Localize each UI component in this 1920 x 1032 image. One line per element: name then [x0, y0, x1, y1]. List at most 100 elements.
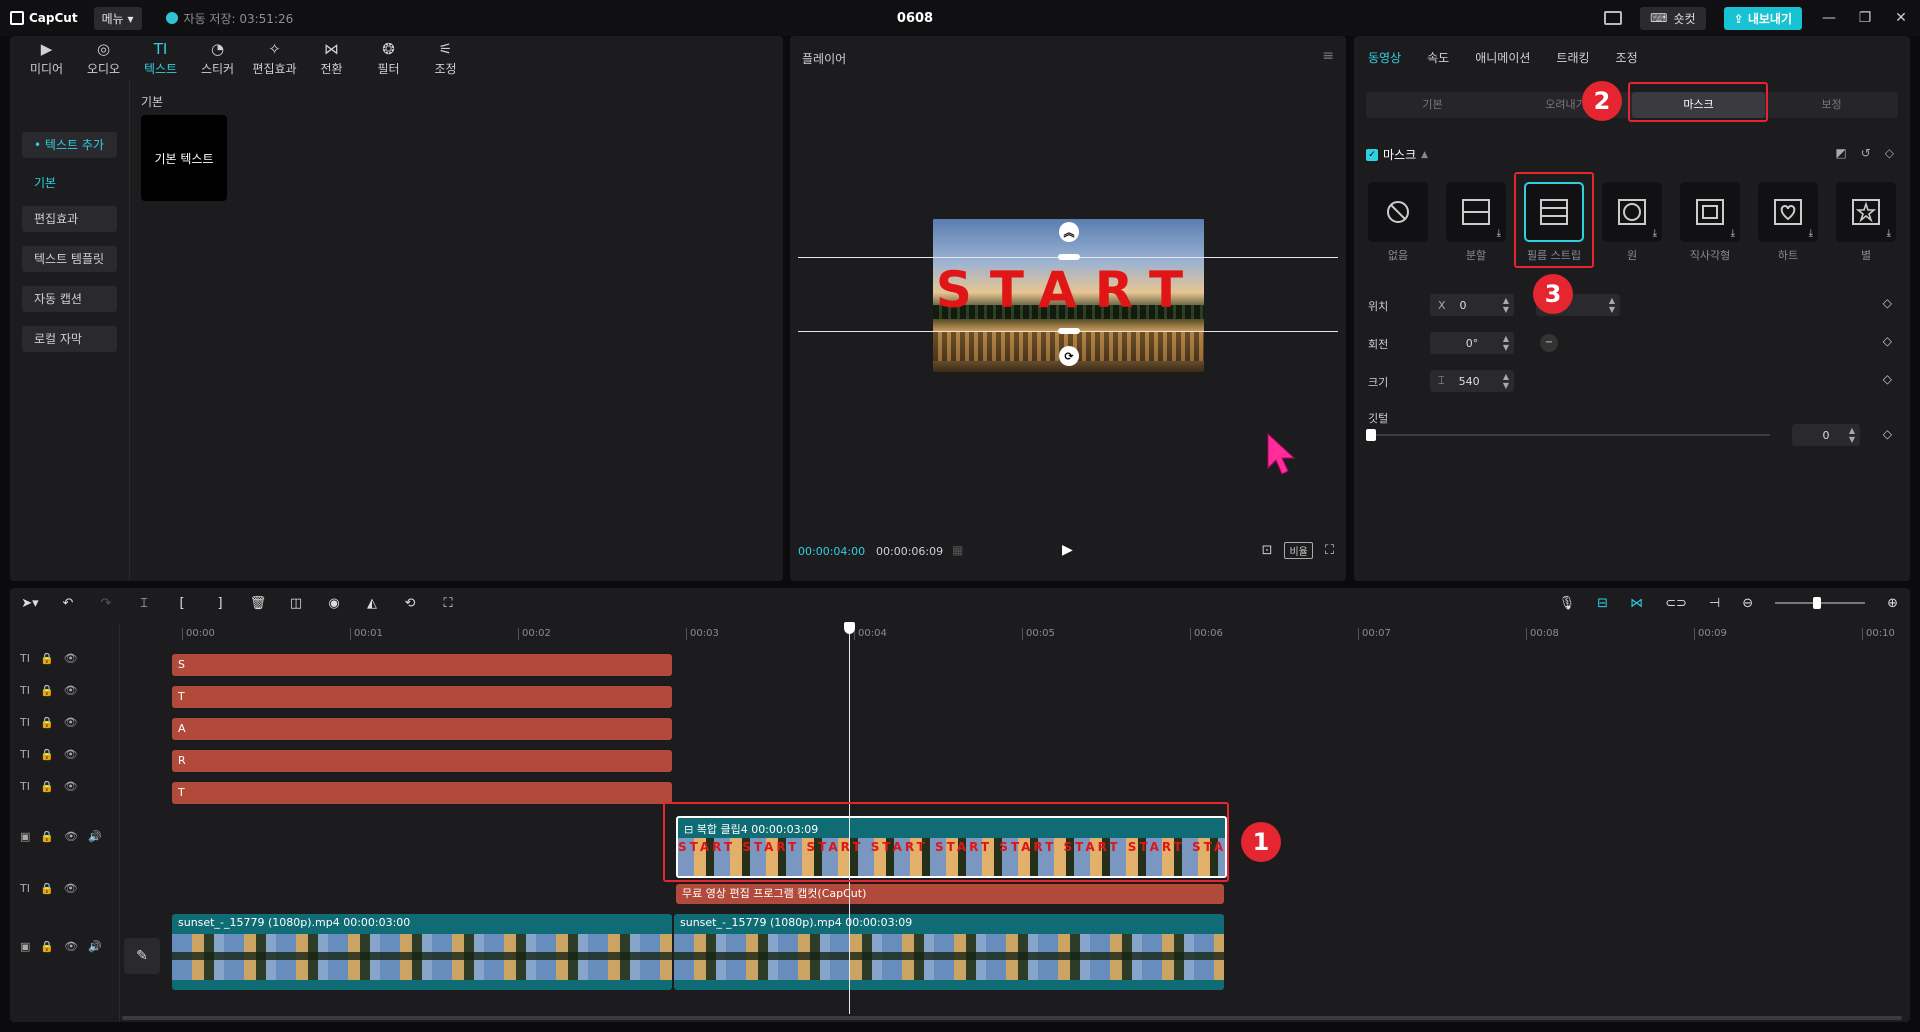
split-tool-icon[interactable]: ⌶ — [134, 596, 154, 611]
feather-field[interactable]: 0 ▲ ▼ — [1792, 424, 1860, 446]
tab-text[interactable]: TI 텍스트 — [132, 36, 189, 80]
edit-cover-icon[interactable]: ✎ — [124, 938, 160, 974]
preview-axis-icon[interactable]: ⊣ — [1709, 596, 1720, 611]
reverse-icon[interactable]: ◉ — [324, 596, 344, 611]
fullscreen-icon[interactable]: ⛶ — [1325, 543, 1334, 558]
rotation-dial-icon[interactable]: − — [1540, 334, 1558, 352]
stepper-icon[interactable]: ▲ ▼ — [1846, 426, 1858, 444]
timeline-ruler[interactable]: 00:00 00:01 00:02 00:03 00:04 00:05 00:0… — [170, 624, 1910, 644]
split-right-icon[interactable]: ] — [210, 596, 230, 611]
delete-icon[interactable]: 🗑 — [248, 596, 268, 611]
redo-icon[interactable]: ↷ — [96, 596, 116, 611]
close-icon[interactable]: ✕ — [1892, 10, 1910, 26]
tab-filter[interactable]: ❂ 필터 — [360, 36, 417, 80]
stepper-icon[interactable]: ▲ ▼ — [1500, 334, 1512, 352]
lock-icon[interactable]: 🔒 — [40, 940, 54, 953]
keyframe-icon[interactable]: ◇ — [1885, 146, 1894, 160]
tab-audio[interactable]: ◎ 오디오 — [75, 36, 132, 80]
tab-sticker[interactable]: ◔ 스티커 — [189, 36, 246, 80]
position-keyframe-icon[interactable]: ◇ — [1883, 296, 1892, 310]
screenshot-icon[interactable]: ⊡ — [1262, 543, 1273, 558]
text-clip-r[interactable]: R — [172, 750, 672, 772]
play-icon[interactable]: ▶ — [1062, 542, 1073, 558]
audio-icon[interactable]: 🔊 — [88, 940, 102, 953]
split-left-icon[interactable]: [ — [172, 596, 192, 611]
zoom-slider-knob[interactable] — [1813, 597, 1822, 609]
eye-icon[interactable]: 👁 — [64, 652, 78, 665]
lock-icon[interactable]: 🔒 — [40, 652, 54, 665]
rotate-handle-icon[interactable]: ⟳ — [1059, 346, 1079, 366]
zoom-slider[interactable] — [1775, 597, 1866, 609]
text-clip-t2[interactable]: T — [172, 782, 672, 804]
basic-text-tile[interactable]: 기본 텍스트 — [141, 115, 227, 201]
mask-option-heart[interactable]: ⤓ 하트 — [1756, 182, 1820, 263]
restore-icon[interactable]: ❐ — [1856, 10, 1874, 26]
linkage-icon[interactable]: ⋈ — [1630, 596, 1643, 611]
subtab-basic[interactable]: 기본 — [1366, 92, 1499, 118]
mask-option-none[interactable]: 없음 — [1366, 182, 1430, 263]
tab-adjust[interactable]: ⚟ 조정 — [417, 36, 474, 80]
tab-effects[interactable]: ✧ 편집효과 — [246, 36, 303, 80]
sidebar-item-add-text[interactable]: • 텍스트 추가 — [22, 132, 117, 158]
feather-handle-icon[interactable]: ︽ — [1059, 222, 1079, 242]
tab-animation[interactable]: 애니메이션 — [1475, 49, 1530, 66]
lock-icon[interactable]: 🔒 — [40, 684, 54, 697]
video-clip-2[interactable]: sunset_-_15779 (1080p).mp4 00:00:03:09 — [674, 914, 1224, 990]
grid-icon[interactable]: ▦ — [952, 543, 963, 557]
size-keyframe-icon[interactable]: ◇ — [1883, 372, 1892, 386]
zoom-out-icon[interactable]: ⊖ — [1742, 596, 1753, 611]
caption-clip[interactable]: 무료 영상 편집 프로그램 캡컷(CapCut) — [676, 884, 1224, 904]
lock-icon[interactable]: 🔒 — [40, 780, 54, 793]
mirror-icon[interactable]: ◭ — [362, 596, 382, 611]
tab-video[interactable]: 동영상 — [1368, 49, 1401, 66]
eye-icon[interactable]: 👁 — [64, 684, 78, 697]
feather-slider-knob[interactable] — [1366, 429, 1376, 441]
mask-option-split[interactable]: ⤓ 분할 — [1444, 182, 1508, 263]
undo-icon[interactable]: ↶ — [58, 596, 78, 611]
magnet-icon[interactable]: ⊟ — [1597, 596, 1608, 611]
feather-slider[interactable] — [1366, 429, 1770, 441]
freeze-icon[interactable]: ◫ — [286, 596, 306, 611]
stepper-icon[interactable]: ▲ ▼ — [1500, 296, 1512, 314]
minimize-icon[interactable]: — — [1820, 10, 1838, 26]
video-clip-1[interactable]: sunset_-_15779 (1080p).mp4 00:00:03:00 — [172, 914, 672, 990]
mask-toggle[interactable]: ✓ 마스크 ▲ — [1366, 146, 1428, 163]
mask-option-rectangle[interactable]: ⤓ 직사각형 — [1678, 182, 1742, 263]
sidebar-item-basic[interactable]: 기본 — [22, 170, 117, 196]
ratio-button[interactable]: 비율 — [1284, 542, 1313, 559]
stepper-icon[interactable]: ▲ ▼ — [1500, 372, 1512, 390]
sidebar-item-effects[interactable]: 편집효과 — [22, 206, 117, 232]
link-icon[interactable]: ⊂⊃ — [1665, 596, 1687, 611]
rotation-field[interactable]: 0° ▲ ▼ — [1430, 332, 1514, 354]
eye-icon[interactable]: 👁 — [64, 830, 78, 843]
export-button[interactable]: ⇪ 내보내기 — [1723, 6, 1802, 30]
mask-top-handle[interactable] — [1058, 254, 1080, 260]
rotation-keyframe-icon[interactable]: ◇ — [1883, 334, 1892, 348]
tab-tracking[interactable]: 트래킹 — [1556, 49, 1589, 66]
invert-icon[interactable]: ◩ — [1835, 146, 1846, 160]
lock-icon[interactable]: 🔒 — [40, 748, 54, 761]
menu-button[interactable]: 메뉴 ▾ — [93, 6, 142, 30]
horizontal-scrollbar[interactable] — [122, 1016, 1902, 1020]
tab-speed[interactable]: 속도 — [1427, 49, 1449, 66]
mask-bottom-handle[interactable] — [1058, 328, 1080, 334]
subtab-correction[interactable]: 보정 — [1765, 92, 1898, 118]
shortcut-button[interactable]: ⌨ 숏컷 — [1640, 6, 1706, 30]
sidebar-item-captions[interactable]: 자동 캡션 — [22, 286, 117, 312]
reset-icon[interactable]: ↺ — [1861, 146, 1871, 160]
text-clip-s[interactable]: S — [172, 654, 672, 676]
rotate-icon[interactable]: ⟲ — [400, 596, 420, 611]
lock-icon[interactable]: 🔒 — [40, 882, 54, 895]
microphone-icon[interactable]: 🎙 — [1559, 596, 1576, 611]
position-x-field[interactable]: X0 ▲ ▼ — [1430, 294, 1514, 316]
select-tool-icon[interactable]: ➤▾ — [20, 596, 40, 611]
tab-media[interactable]: ▶ 미디어 — [18, 36, 75, 80]
eye-icon[interactable]: 👁 — [64, 882, 78, 895]
audio-icon[interactable]: 🔊 — [88, 830, 102, 843]
eye-icon[interactable]: 👁 — [64, 716, 78, 729]
mask-option-star[interactable]: ⤓ 별 — [1834, 182, 1898, 263]
mask-option-circle[interactable]: ⤓ 원 — [1600, 182, 1664, 263]
hamburger-icon[interactable]: ≡ — [1322, 48, 1334, 64]
tab-transition[interactable]: ⋈ 전환 — [303, 36, 360, 80]
text-clip-t1[interactable]: T — [172, 686, 672, 708]
